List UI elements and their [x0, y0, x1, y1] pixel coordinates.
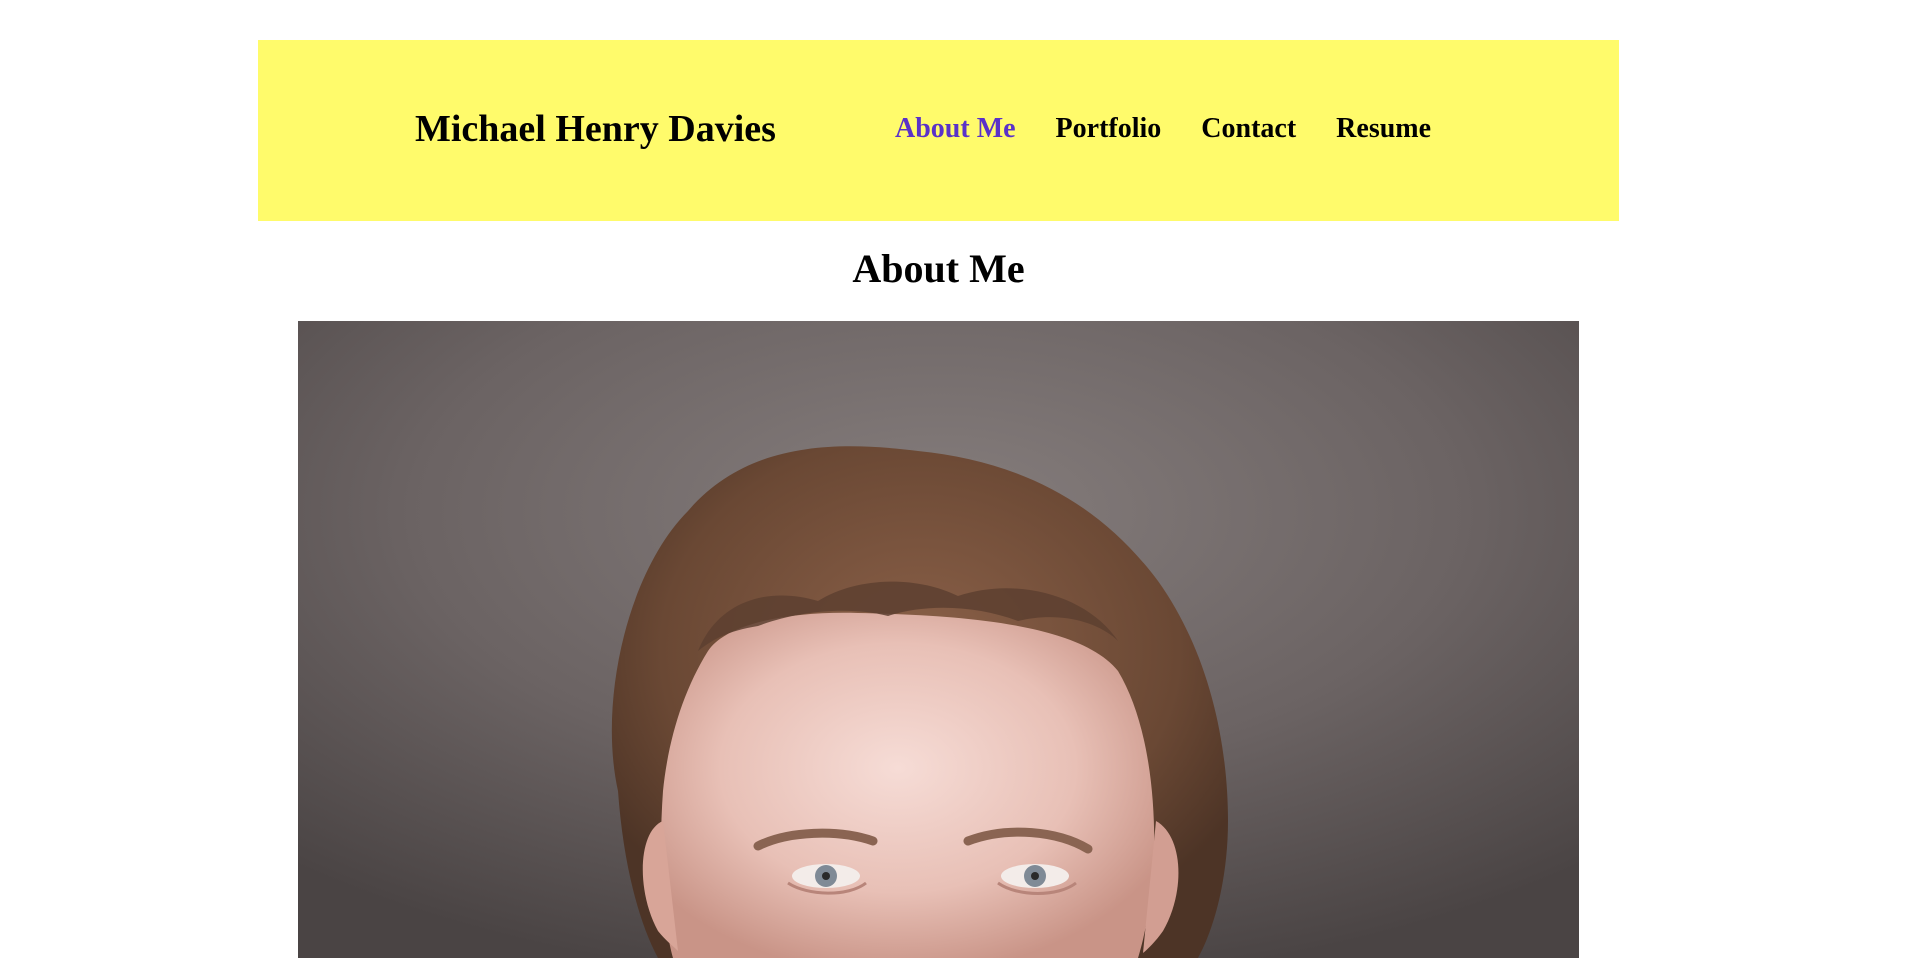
portrait-photo — [298, 321, 1579, 958]
page: Michael Henry Davies About Me Portfolio … — [0, 0, 1920, 958]
site-title: Michael Henry Davies — [415, 108, 776, 150]
nav-link-about-me[interactable]: About Me — [895, 112, 1016, 146]
site-header: Michael Henry Davies About Me Portfolio … — [258, 40, 1619, 221]
nav-link-contact[interactable]: Contact — [1201, 112, 1296, 146]
nav-link-portfolio[interactable]: Portfolio — [1056, 112, 1162, 146]
nav-link-resume[interactable]: Resume — [1336, 112, 1431, 146]
section-title: About Me — [852, 246, 1025, 291]
main-nav: About Me Portfolio Contact Resume — [895, 112, 1431, 146]
